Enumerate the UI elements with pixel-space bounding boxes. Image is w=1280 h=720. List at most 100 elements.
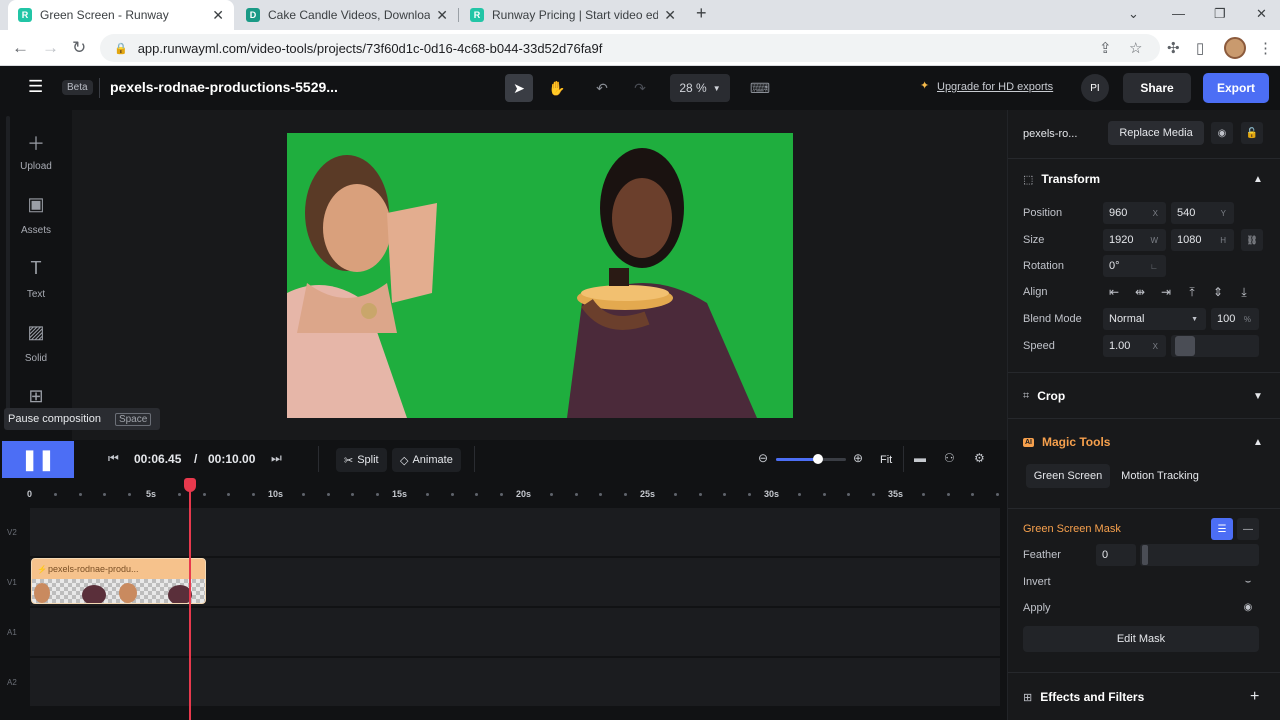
timeline-ruler[interactable]: 0 5s 10s 15s 20s 25s 30s 35s (0, 478, 1007, 506)
align-center-v-icon[interactable]: ⇕ (1207, 281, 1229, 303)
video-clip[interactable]: ⚡ pexels-rodnae-produ... (31, 558, 206, 604)
keyboard-icon[interactable]: ⌨ (746, 74, 774, 102)
slider-knob[interactable] (1142, 545, 1148, 565)
chevron-up-icon[interactable]: ▲ (1253, 174, 1263, 185)
playhead-handle[interactable] (184, 478, 196, 492)
tab-green-screen[interactable]: R Green Screen - Runway ✕ (8, 0, 234, 30)
chevron-down-icon[interactable]: ▼ (1253, 391, 1263, 402)
tick-label: 15s (392, 489, 408, 499)
side-panel-icon[interactable]: ▯ (1196, 39, 1204, 57)
folder-icon: ▣ (27, 194, 45, 214)
green-screen-tab[interactable]: Green Screen (1026, 464, 1110, 488)
extensions-icon[interactable]: ✣ (1167, 39, 1180, 57)
tab-cake-candle[interactable]: D Cake Candle Videos, Download F ✕ (236, 0, 458, 30)
position-x-field[interactable]: 960 X (1103, 202, 1166, 224)
new-tab-icon[interactable]: + (696, 3, 707, 24)
transform-header[interactable]: ⬚ Transform (1023, 172, 1100, 186)
magic-tools-title: Magic Tools (1042, 435, 1111, 449)
feather-slider[interactable] (1140, 544, 1259, 566)
add-effect-icon[interactable]: + (1250, 688, 1259, 706)
profile-avatar[interactable] (1224, 37, 1246, 59)
undo-icon[interactable]: ↶ (588, 74, 616, 102)
magic-tools-header[interactable]: AI Magic Tools (1023, 435, 1110, 449)
remove-mask-icon[interactable]: — (1237, 518, 1259, 540)
share-page-icon[interactable]: ⇪ (1099, 39, 1112, 57)
speed-field[interactable]: 1.00 X (1103, 335, 1166, 357)
rotation-field[interactable]: 0° ∟ (1103, 255, 1166, 277)
close-tab-icon[interactable]: ✕ (436, 7, 448, 24)
split-button[interactable]: ✂ Split (336, 448, 387, 472)
size-width-field[interactable]: 1920 W (1103, 229, 1166, 251)
chevron-up-icon[interactable]: ▲ (1253, 437, 1263, 448)
window-close-icon[interactable]: ✕ (1256, 6, 1267, 22)
play-pause-button[interactable]: ❚❚ (2, 441, 74, 478)
feather-field[interactable]: 0 (1096, 544, 1136, 566)
sidebar-item-text[interactable]: T Text (0, 258, 72, 300)
track-v2[interactable] (30, 508, 1000, 556)
skip-end-icon[interactable]: ⏭ (271, 451, 282, 466)
back-icon[interactable]: ← (12, 38, 29, 58)
close-tab-icon[interactable]: ✕ (664, 7, 676, 24)
motion-tracking-tab[interactable]: Motion Tracking (1116, 464, 1204, 488)
aspect-lock-icon[interactable]: ⛓ (1241, 229, 1263, 251)
share-button[interactable]: Share (1123, 73, 1191, 103)
reload-icon[interactable]: ↻ (72, 38, 86, 58)
size-height-field[interactable]: 1080 H (1171, 229, 1234, 251)
zoom-dropdown[interactable]: 28 % ▼ (670, 74, 730, 102)
animate-button[interactable]: ◇ Animate (392, 448, 461, 472)
hand-tool-icon[interactable]: ✋ (543, 74, 571, 102)
track-height-icon[interactable]: ▬ (914, 451, 926, 465)
hamburger-menu-icon[interactable]: ☰ (28, 77, 43, 97)
slider-knob[interactable] (1175, 336, 1195, 356)
sidebar-item-upload[interactable]: ＋ Upload (0, 130, 72, 172)
close-tab-icon[interactable]: ✕ (212, 7, 224, 24)
forward-icon[interactable]: → (42, 38, 59, 58)
mask-list-icon[interactable]: ☰ (1211, 518, 1233, 540)
chrome-menu-icon[interactable]: ⋮ (1258, 39, 1273, 57)
lock-icon[interactable]: 🔓 (1241, 122, 1263, 144)
opacity-field[interactable]: 100% (1211, 308, 1259, 330)
select-tool-icon[interactable]: ➤ (505, 74, 533, 102)
bookmark-star-icon[interactable]: ☆ (1129, 39, 1142, 57)
minimize-icon[interactable]: — (1172, 6, 1185, 21)
settings-gear-icon[interactable]: ⚙ (974, 451, 985, 465)
timeline-zoom-slider[interactable] (776, 454, 846, 464)
align-bottom-icon[interactable]: ⤓ (1233, 281, 1255, 303)
blend-mode-select[interactable]: Normal ▼ (1103, 308, 1206, 330)
ai-badge: AI (1023, 437, 1034, 447)
user-avatar[interactable]: PI (1081, 74, 1109, 102)
align-right-icon[interactable]: ⇥ (1155, 281, 1177, 303)
replace-media-button[interactable]: Replace Media (1108, 121, 1204, 145)
restore-icon[interactable]: ❐ (1214, 6, 1226, 22)
align-left-icon[interactable]: ⇤ (1103, 281, 1125, 303)
position-x-value: 960 (1109, 207, 1128, 219)
sidebar-item-solid[interactable]: ▨ Solid (0, 322, 72, 364)
people-icon[interactable]: ⚇ (944, 451, 955, 465)
skip-start-icon[interactable]: ⏮ (108, 451, 119, 466)
speed-slider[interactable] (1171, 335, 1259, 357)
zoom-in-icon[interactable]: ⊕ (853, 451, 863, 465)
url-omnibox[interactable]: 🔒 app.runwayml.com/video-tools/projects/… (100, 34, 1160, 62)
tab-runway-pricing[interactable]: R Runway Pricing | Start video editi ✕ (460, 0, 686, 30)
visibility-eye-icon[interactable]: ◉ (1211, 122, 1233, 144)
track-a2[interactable] (30, 658, 1000, 706)
upgrade-link[interactable]: Upgrade for HD exports (937, 81, 1053, 93)
preview-canvas[interactable] (287, 133, 793, 418)
align-center-h-icon[interactable]: ⇹ (1129, 281, 1151, 303)
slider-knob[interactable] (813, 454, 823, 464)
zoom-out-icon[interactable]: ⊖ (758, 451, 768, 465)
apply-eye-icon[interactable]: ◉ (1237, 596, 1259, 618)
tab-search-icon[interactable]: ⌄ (1128, 6, 1139, 22)
export-button[interactable]: Export (1203, 73, 1269, 103)
redo-icon[interactable]: ↷ (626, 74, 654, 102)
position-y-field[interactable]: 540 Y (1171, 202, 1234, 224)
fit-button[interactable]: Fit (872, 448, 900, 472)
effects-header[interactable]: ⊞ Effects and Filters (1023, 690, 1144, 704)
edit-mask-button[interactable]: Edit Mask (1023, 626, 1259, 652)
invert-toggle-icon[interactable]: ⌣ (1237, 570, 1259, 592)
sidebar-item-assets[interactable]: ▣ Assets (0, 194, 72, 236)
project-title[interactable]: pexels-rodnae-productions-5529... (110, 79, 338, 95)
align-top-icon[interactable]: ⤒ (1181, 281, 1203, 303)
track-a1[interactable] (30, 608, 1000, 656)
crop-header[interactable]: ⌗ Crop (1023, 389, 1065, 403)
